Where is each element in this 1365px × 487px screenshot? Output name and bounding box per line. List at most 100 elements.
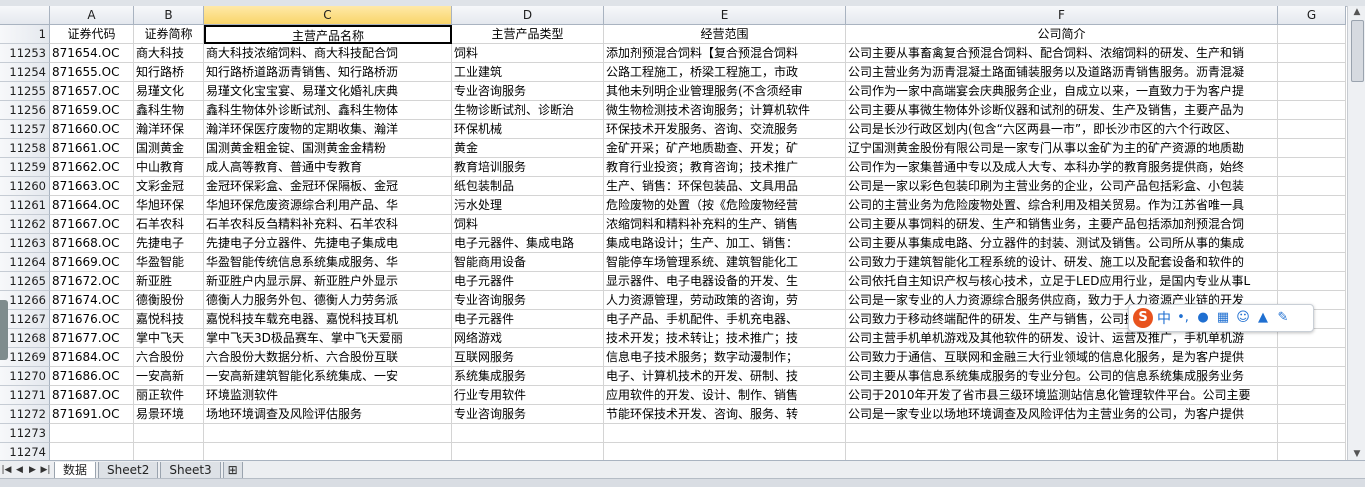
select-all-corner[interactable] [0,6,50,25]
wrench-icon[interactable]: ✎ [1275,310,1291,326]
column-title-cell[interactable]: 经营范围 [604,25,846,44]
table-cell[interactable]: 871664.OC [50,196,134,215]
table-cell[interactable] [1278,405,1346,424]
table-cell[interactable]: 环境监测软件 [204,386,452,405]
sheet-tab[interactable]: Sheet3 [160,461,221,479]
column-header-e[interactable]: E [604,6,846,25]
table-cell[interactable]: 871660.OC [50,120,134,139]
table-cell[interactable]: 一安高新建筑智能化系统集成、一安 [204,367,452,386]
table-cell[interactable]: 其他未列明企业管理服务(不含须经审 [604,82,846,101]
table-cell[interactable]: 知行路桥 [134,63,204,82]
sheet-tab[interactable]: 数据 [54,461,97,479]
table-cell[interactable]: 掌中飞天 [134,329,204,348]
row-header[interactable]: 11272 [0,405,50,424]
prev-sheet-icon[interactable]: ◀ [13,463,26,477]
scroll-down-icon[interactable]: ▼ [1351,448,1363,460]
table-cell[interactable]: 技术开发；技术转让；技术推广；技 [604,329,846,348]
column-title-cell[interactable]: 证券代码 [50,25,134,44]
table-cell[interactable]: 饲料 [452,44,604,63]
table-cell[interactable]: 871668.OC [50,234,134,253]
table-cell[interactable]: 商大科技 [134,44,204,63]
vertical-scrollbar[interactable]: ▲ ▼ [1347,6,1365,460]
table-cell[interactable]: 公司致力于通信、互联网和金融三大行业领域的信息化服务，是为客户提供 [846,348,1278,367]
sogou-logo-icon[interactable]: S [1133,308,1153,328]
scroll-thumb[interactable] [1351,20,1364,82]
table-cell[interactable]: 871672.OC [50,272,134,291]
table-cell[interactable]: 德衡人力服务外包、德衡人力劳务派 [204,291,452,310]
table-cell[interactable]: 公司主要从事畜禽复合预混合饲料、配合饲料、浓缩饲料的研发、生产和销 [846,44,1278,63]
ime-toolbar[interactable]: S 中 •, ● ▦ ☺ ▲ ✎ [1128,304,1314,332]
column-title-cell[interactable]: 主营产品类型 [452,25,604,44]
row-header[interactable]: 11270 [0,367,50,386]
table-cell[interactable]: 教育行业投资；教育咨询；技术推广 [604,158,846,177]
table-cell[interactable]: 教育培训服务 [452,158,604,177]
table-cell[interactable] [50,424,134,443]
table-cell[interactable]: 工业建筑 [452,63,604,82]
ime-mode-toggle[interactable]: 中 [1157,308,1171,328]
row-header[interactable]: 11273 [0,424,50,443]
table-cell[interactable] [1278,386,1346,405]
table-cell[interactable]: 公司致力于建筑智能化工程系统的设计、研发、施工以及配套设备和软件的 [846,253,1278,272]
table-cell[interactable]: 871657.OC [50,82,134,101]
table-cell[interactable]: 智能停车场管理系统、建筑智能化工 [604,253,846,272]
table-cell[interactable]: 易景环境 [134,405,204,424]
table-cell[interactable] [1278,196,1346,215]
punctuation-icon[interactable]: •, [1175,310,1191,326]
table-cell[interactable]: 华旭环保危废资源综合利用产品、华 [204,196,452,215]
table-cell[interactable]: 电子元器件、集成电路 [452,234,604,253]
table-cell[interactable]: 文彩金冠 [134,177,204,196]
microphone-icon[interactable]: ● [1195,310,1211,326]
table-cell[interactable]: 电子产品、手机配件、手机充电器、 [604,310,846,329]
table-cell[interactable] [1278,177,1346,196]
table-cell[interactable]: 网络游戏 [452,329,604,348]
table-cell[interactable]: 场地环境调查及风险评估服务 [204,405,452,424]
table-cell[interactable]: 871669.OC [50,253,134,272]
table-cell[interactable]: 公司主营业务为沥青混凝土路面铺装服务以及道路沥青销售服务。沥青混凝 [846,63,1278,82]
table-cell[interactable]: 公路工程施工，桥梁工程施工，市政 [604,63,846,82]
table-cell[interactable]: 公司主要从事集成电路、分立器件的封装、测试及销售。公司所从事的集成 [846,234,1278,253]
table-cell[interactable]: 871663.OC [50,177,134,196]
table-cell[interactable]: 知行路桥道路沥青销售、知行路桥沥 [204,63,452,82]
table-cell[interactable]: 公司依托自主知识产权与核心技术，立足于LED应用行业，是国内专业从事L [846,272,1278,291]
table-cell[interactable]: 871676.OC [50,310,134,329]
table-cell[interactable]: 公司主要从事微生物体外诊断仪器和试剂的研发、生产及销售，主要产品为 [846,101,1278,120]
table-cell[interactable] [1278,139,1346,158]
table-cell[interactable]: 石羊农科反刍精料补充料、石羊农科 [204,215,452,234]
row-header[interactable]: 11259 [0,158,50,177]
table-cell[interactable] [1278,348,1346,367]
table-cell[interactable]: 添加剂预混合饲料【复合预混合饲料 [604,44,846,63]
table-cell[interactable]: 微生物检测技术咨询服务；计算机软件 [604,101,846,120]
table-cell[interactable]: 环保技术开发服务、咨询、交流服务 [604,120,846,139]
table-cell[interactable] [1278,44,1346,63]
table-cell[interactable]: 专业咨询服务 [452,405,604,424]
keyboard-icon[interactable]: ▦ [1215,310,1231,326]
table-cell[interactable]: 成人高等教育、普通中专教育 [204,158,452,177]
table-cell[interactable]: 专业咨询服务 [452,82,604,101]
table-cell[interactable]: 嘉悦科技车载充电器、嘉悦科技耳机 [204,310,452,329]
table-cell[interactable]: 871667.OC [50,215,134,234]
table-cell[interactable] [1278,120,1346,139]
table-cell[interactable]: 公司的主营业务为危险废物处置、综合利用及相关贸易。作为江苏省唯一具 [846,196,1278,215]
table-cell[interactable]: 瀚洋环保 [134,120,204,139]
table-cell[interactable]: 新亚胜 [134,272,204,291]
table-cell[interactable] [1278,367,1346,386]
table-cell[interactable]: 华旭环保 [134,196,204,215]
table-cell[interactable]: 鑫科生物体外诊断试剂、鑫科生物体 [204,101,452,120]
side-panel-handle[interactable] [0,300,8,360]
table-cell[interactable]: 丽正软件 [134,386,204,405]
table-cell[interactable]: 危险废物的处置（按《危险废物经营 [604,196,846,215]
emoji-icon[interactable]: ☺ [1235,310,1251,326]
table-cell[interactable]: 专业咨询服务 [452,291,604,310]
column-header-f[interactable]: F [846,6,1278,25]
table-cell[interactable]: 871654.OC [50,44,134,63]
table-cell[interactable]: 生物诊断试剂、诊断治 [452,101,604,120]
table-cell[interactable]: 华盈智能传统信息系统集成服务、华 [204,253,452,272]
table-cell[interactable]: 871674.OC [50,291,134,310]
table-cell[interactable]: 显示器件、电子电器设备的开发、生 [604,272,846,291]
table-cell[interactable]: 环保机械 [452,120,604,139]
table-cell[interactable]: 871686.OC [50,367,134,386]
table-cell[interactable]: 电子元器件 [452,272,604,291]
column-title-cell[interactable] [1278,25,1346,44]
table-cell[interactable]: 金冠环保彩盒、金冠环保隔板、金冠 [204,177,452,196]
table-cell[interactable]: 石羊农科 [134,215,204,234]
